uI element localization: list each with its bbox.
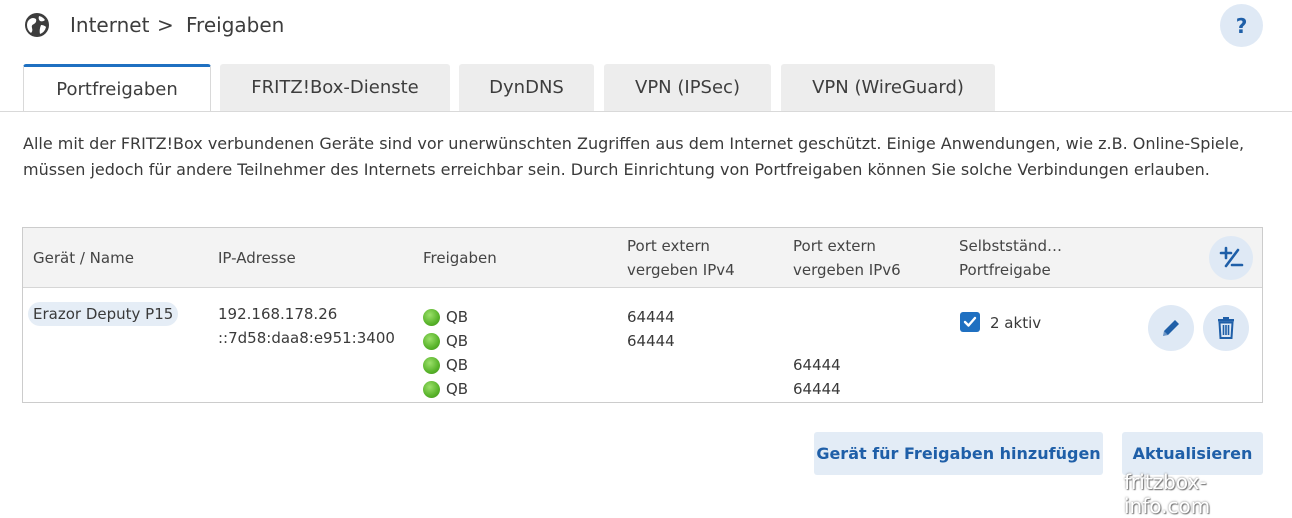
share-label: QB	[446, 380, 469, 398]
tab-vpn-ipsec[interactable]: VPN (IPSec)	[604, 64, 771, 111]
share-label: QB	[446, 356, 469, 374]
header-port-v6: Port extern vergeben IPv6	[793, 234, 901, 282]
status-green-icon	[423, 380, 440, 398]
tab-portfreigaben[interactable]: Portfreigaben	[23, 64, 211, 112]
help-button[interactable]: ?	[1220, 4, 1263, 47]
page-title: Freigaben	[186, 13, 285, 37]
tab-vpn-wireguard[interactable]: VPN (WireGuard)	[781, 64, 995, 111]
tabs-divider	[0, 111, 1292, 112]
watermark: fritzbox-info.com	[1124, 470, 1211, 518]
port-v4-value: 64444	[627, 308, 675, 326]
header-auto: Selbstständ… Portfreigabe	[959, 234, 1062, 282]
tab-dyndns[interactable]: DynDNS	[459, 64, 594, 111]
status-green-icon	[423, 308, 440, 326]
header-auto-line1: Selbstständ…	[959, 237, 1063, 255]
port-sharing-table: Gerät / Name IP-Adresse Freigaben Port e…	[22, 227, 1263, 403]
plus-minus-icon	[1219, 246, 1244, 268]
header-port-v4: Port extern vergeben IPv4	[627, 234, 735, 282]
share-item: QB	[423, 329, 468, 353]
globe-icon	[25, 13, 49, 37]
trash-icon	[1218, 317, 1234, 339]
add-device-button[interactable]: Gerät für Freigaben hinzufügen	[814, 432, 1103, 475]
port-v6-value: 64444	[793, 356, 841, 374]
ip-v6: ::7d58:daa8:e951:3400	[218, 329, 395, 347]
auto-portfreigabe-checkbox[interactable]	[960, 312, 980, 332]
table-header: Gerät / Name IP-Adresse Freigaben Port e…	[23, 228, 1262, 288]
header-port-v4-line2: vergeben IPv4	[627, 261, 735, 279]
refresh-button[interactable]: Aktualisieren	[1122, 432, 1263, 475]
header-port-v4-line1: Port extern	[627, 237, 710, 255]
port-v4-value: 64444	[627, 332, 675, 350]
header-device: Gerät / Name	[33, 249, 134, 267]
share-item: QB	[423, 353, 468, 377]
share-item: QB	[423, 377, 468, 401]
header-port-v6-line2: vergeben IPv6	[793, 261, 901, 279]
checkmark-icon	[963, 316, 977, 327]
device-name[interactable]: Erazor Deputy P15	[28, 302, 179, 326]
plus-minus-button[interactable]	[1209, 236, 1253, 280]
share-label: QB	[446, 332, 469, 350]
pencil-icon	[1163, 320, 1179, 336]
auto-status-label: 2 aktiv	[990, 314, 1042, 332]
header-port-v6-line1: Port extern	[793, 237, 876, 255]
share-label: QB	[446, 308, 469, 326]
header-auto-line2: Portfreigabe	[959, 261, 1051, 279]
edit-button[interactable]	[1148, 305, 1194, 351]
share-item: QB	[423, 305, 468, 329]
page-header: Internet > Freigaben ?	[0, 0, 1292, 56]
description-text: Alle mit der FRITZ!Box verbundenen Gerät…	[23, 134, 1245, 179]
ip-v4: 192.168.178.26	[218, 305, 338, 323]
delete-button[interactable]	[1203, 305, 1249, 351]
header-shares: Freigaben	[423, 249, 497, 267]
breadcrumb-separator: >	[157, 13, 174, 37]
port-v6-value: 64444	[793, 380, 841, 398]
tab-fritzbox-dienste[interactable]: FRITZ!Box-Dienste	[220, 64, 450, 111]
breadcrumb-section[interactable]: Internet	[70, 13, 149, 37]
header-ip: IP-Adresse	[218, 249, 296, 267]
status-green-icon	[423, 332, 440, 350]
status-green-icon	[423, 356, 440, 374]
